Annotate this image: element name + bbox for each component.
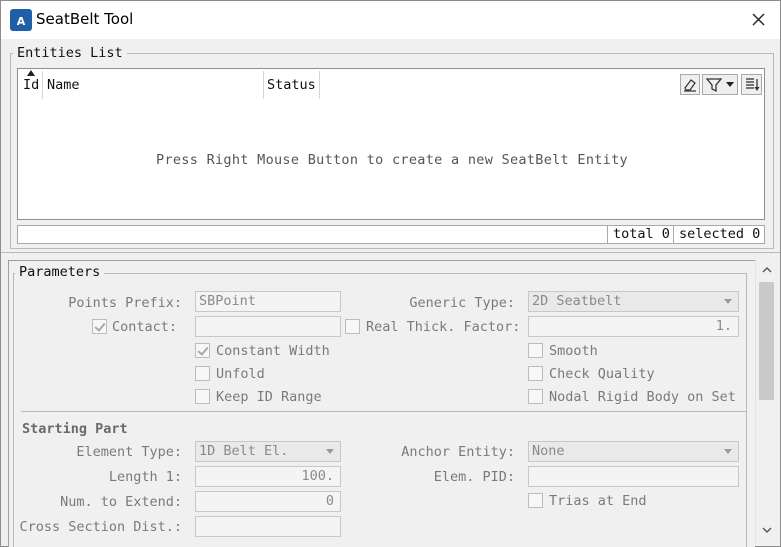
generic-type-label: Generic Type: (409, 295, 515, 311)
column-header-id[interactable]: Id (23, 77, 39, 93)
column-header-status[interactable]: Status (267, 77, 316, 93)
cross-section-dist-field[interactable] (195, 516, 341, 537)
parameters-scroll-area[interactable]: Parameters Points Prefix: SBPoint Generi… (8, 260, 755, 547)
anchor-entity-select[interactable]: None (528, 441, 739, 462)
check-quality-checkbox[interactable] (528, 366, 543, 381)
real-thick-factor-checkbox[interactable] (345, 319, 360, 334)
sort-ascending-icon (27, 70, 35, 76)
nodal-rigid-body-label: Nodal Rigid Body on Set (549, 389, 736, 405)
keep-id-range-label: Keep ID Range (216, 389, 322, 405)
chevron-down-icon (724, 449, 732, 454)
anchor-entity-label: Anchor Entity: (401, 444, 515, 460)
column-separator[interactable] (319, 71, 320, 99)
column-header-name[interactable]: Name (47, 77, 80, 93)
length-label: Length 1: (108, 469, 182, 485)
constant-width-label: Constant Width (216, 343, 330, 359)
generic-type-value: 2D Seatbelt (532, 293, 622, 309)
element-type-label: Element Type: (76, 444, 182, 460)
total-count: total 0 (607, 226, 675, 243)
filter-button[interactable] (702, 74, 738, 95)
entities-list-legend: Entities List (13, 45, 127, 61)
contact-field[interactable] (195, 316, 341, 337)
num-to-extend-label: Num. to Extend: (60, 494, 182, 510)
column-settings-icon (746, 78, 760, 91)
chevron-down-icon (724, 299, 732, 304)
filter-icon (705, 78, 723, 93)
elem-pid-label: Elem. PID: (433, 469, 515, 485)
smooth-label: Smooth (549, 343, 598, 359)
seatbelt-tool-window: A SeatBelt Tool Entities List Id Name St… (0, 0, 781, 547)
panel-divider[interactable] (1, 252, 780, 253)
keep-id-range-checkbox[interactable] (195, 389, 210, 404)
nodal-rigid-body-checkbox[interactable] (528, 389, 543, 404)
app-logo-icon: A (10, 9, 32, 31)
close-button[interactable] (745, 7, 773, 33)
scroll-up-icon[interactable] (761, 264, 773, 276)
close-icon (752, 13, 765, 26)
chevron-down-icon (326, 449, 334, 454)
anchor-entity-value: None (532, 443, 565, 459)
scrollbar-thumb[interactable] (759, 282, 774, 400)
element-type-value: 1D Belt El. (199, 443, 289, 459)
window-title: SeatBelt Tool (36, 10, 134, 28)
title-bar: A SeatBelt Tool (1, 1, 780, 39)
chevron-down-icon (726, 82, 734, 87)
generic-type-select[interactable]: 2D Seatbelt (528, 291, 739, 312)
contact-checkbox[interactable] (92, 319, 107, 334)
starting-part-title: Starting Part (22, 421, 128, 437)
scroll-down-icon[interactable] (761, 524, 773, 536)
entities-table[interactable]: Id Name Status Press Right Mouse Button … (17, 68, 765, 220)
selected-count: selected 0 (673, 226, 765, 243)
column-separator[interactable] (263, 71, 264, 99)
constant-width-checkbox[interactable] (195, 343, 210, 358)
eraser-icon (684, 79, 696, 92)
section-divider (21, 411, 747, 412)
smooth-checkbox[interactable] (528, 343, 543, 358)
empty-list-hint: Press Right Mouse Button to create a new… (156, 152, 628, 168)
unfold-checkbox[interactable] (195, 366, 210, 381)
length-field[interactable]: 100. (195, 466, 341, 487)
entities-status-bar: total 0 selected 0 (17, 225, 765, 244)
column-separator[interactable] (42, 71, 43, 99)
trias-at-end-checkbox[interactable] (528, 493, 543, 508)
svg-text:A: A (17, 15, 26, 28)
parameters-legend: Parameters (15, 264, 105, 280)
real-thick-factor-field[interactable]: 1. (528, 316, 739, 337)
unfold-label: Unfold (216, 366, 265, 382)
parameters-scrollbar[interactable] (755, 260, 777, 543)
element-type-select[interactable]: 1D Belt El. (195, 441, 341, 462)
points-prefix-label: Points Prefix: (68, 295, 182, 311)
column-settings-button[interactable] (741, 74, 762, 95)
clear-filter-button[interactable] (680, 74, 700, 95)
trias-at-end-label: Trias at End (549, 493, 647, 509)
real-thick-factor-label: Real Thick. Factor: (366, 319, 521, 335)
contact-label: Contact: (112, 319, 178, 335)
check-quality-label: Check Quality (549, 366, 655, 382)
elem-pid-field[interactable] (528, 466, 739, 487)
num-to-extend-field[interactable]: 0 (195, 491, 341, 512)
cross-section-dist-label: Cross Section Dist.: (19, 519, 182, 535)
points-prefix-field[interactable]: SBPoint (195, 291, 341, 312)
